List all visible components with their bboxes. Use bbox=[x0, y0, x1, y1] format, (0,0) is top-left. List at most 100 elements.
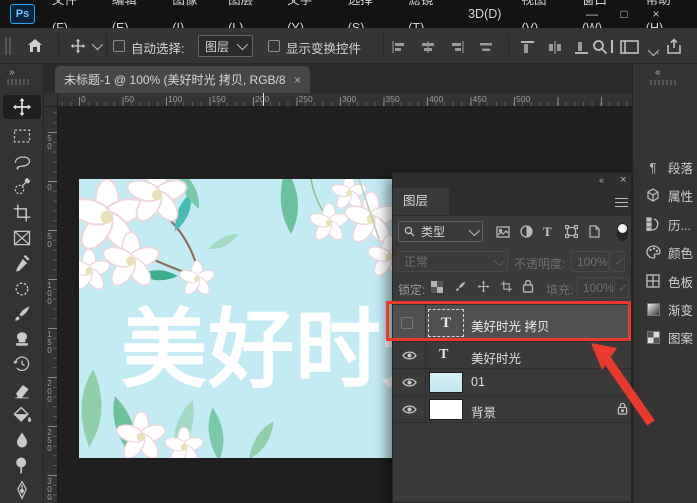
filter-adjustment-icon[interactable] bbox=[520, 225, 533, 238]
dock-grip[interactable] bbox=[650, 80, 676, 85]
close-button[interactable]: × bbox=[641, 0, 671, 28]
document-tab[interactable]: 未标题-1 @ 100% (美好时光 拷贝, RGB/8) * × bbox=[55, 66, 310, 93]
quick-selection-tool[interactable] bbox=[3, 175, 41, 199]
blend-mode-value: 正常 bbox=[404, 253, 428, 270]
tab-swatches[interactable]: 色板 bbox=[633, 267, 697, 295]
lock-label: 锁定: bbox=[398, 281, 425, 298]
ruler-label: 250 bbox=[45, 428, 54, 452]
auto-select-checkbox[interactable] bbox=[113, 40, 125, 52]
layer-filter-dropdown[interactable]: 类型 bbox=[398, 221, 483, 242]
chevron-more-icon[interactable]: · bbox=[648, 43, 659, 61]
document-tab-bar: 未标题-1 @ 100% (美好时光 拷贝, RGB/8) * × bbox=[44, 64, 632, 93]
eye-icon[interactable] bbox=[402, 350, 417, 361]
lock-transparency-icon[interactable] bbox=[431, 281, 443, 293]
filter-shape-icon[interactable] bbox=[565, 225, 578, 238]
paragraph-icon: ¶ bbox=[645, 159, 661, 175]
spot-healing-tool[interactable] bbox=[3, 277, 41, 301]
search-icon[interactable] bbox=[592, 39, 608, 55]
distribute-vertical-icon[interactable] bbox=[548, 41, 562, 54]
ruler-label: 50 bbox=[45, 232, 54, 248]
align-top-icon[interactable] bbox=[521, 41, 534, 54]
ruler-label: 400 bbox=[429, 94, 443, 104]
distribute-centers-icon[interactable] bbox=[479, 41, 493, 53]
eye-icon[interactable] bbox=[402, 377, 417, 388]
toolbar-grip[interactable] bbox=[7, 79, 29, 85]
align-left-icon[interactable] bbox=[392, 41, 406, 53]
opacity-label: 不透明度: bbox=[514, 255, 565, 272]
paint-bucket-tool[interactable] bbox=[3, 403, 41, 427]
fill-value-box: 100% bbox=[577, 277, 613, 298]
layer-name[interactable]: 01 bbox=[471, 375, 485, 389]
ruler-label: 150 bbox=[212, 94, 226, 104]
history-brush-tool[interactable] bbox=[3, 352, 41, 376]
canvas-artwork[interactable]: 美好时光 bbox=[79, 179, 392, 458]
frame-tool[interactable] bbox=[3, 226, 41, 250]
tab-color[interactable]: 颜色 bbox=[633, 238, 697, 266]
chevron-down-icon bbox=[237, 39, 248, 50]
lock-all-icon[interactable] bbox=[522, 279, 534, 293]
eye-icon[interactable] bbox=[402, 404, 417, 415]
marquee-tool[interactable] bbox=[3, 124, 41, 148]
auto-select-target-dropdown[interactable]: 图层 bbox=[198, 35, 253, 57]
ruler-label: 0 bbox=[45, 183, 54, 191]
panel-menu-icon[interactable] bbox=[615, 198, 628, 207]
maximize-button[interactable]: □ bbox=[609, 0, 639, 28]
eyedropper-tool[interactable] bbox=[3, 252, 41, 276]
filter-text-icon[interactable]: T bbox=[543, 224, 552, 240]
layer-name[interactable]: 美好时光 bbox=[471, 348, 521, 367]
home-icon[interactable] bbox=[26, 37, 44, 55]
minimize-button[interactable]: — bbox=[577, 0, 607, 28]
show-transform-checkbox[interactable] bbox=[268, 40, 280, 52]
tab-label: 颜色 bbox=[668, 243, 693, 262]
dodge-tool[interactable] bbox=[3, 453, 41, 477]
pen-tool[interactable] bbox=[3, 478, 41, 502]
move-tool[interactable] bbox=[3, 95, 41, 119]
move-tool-option-icon[interactable] bbox=[70, 38, 86, 54]
align-bottom-icon[interactable] bbox=[575, 41, 588, 54]
tab-properties[interactable]: 属性 bbox=[633, 181, 697, 209]
gradient-icon bbox=[645, 301, 661, 317]
filter-image-icon[interactable] bbox=[496, 226, 510, 238]
chevron-down-icon bbox=[615, 256, 623, 264]
eraser-tool[interactable] bbox=[3, 378, 41, 402]
lock-artboard-icon[interactable] bbox=[500, 280, 513, 293]
document-title: 未标题-1 @ 100% (美好时光 拷贝, RGB/8) * bbox=[64, 71, 286, 88]
ruler-corner bbox=[44, 93, 58, 107]
align-center-horizontal-icon[interactable] bbox=[421, 41, 435, 53]
chevron-down-icon[interactable] bbox=[92, 39, 103, 50]
lock-position-icon[interactable] bbox=[477, 280, 490, 293]
tab-history[interactable]: 历... bbox=[633, 210, 697, 238]
tab-paragraph[interactable]: ¶ 段落 bbox=[633, 153, 697, 181]
lock-pixels-icon[interactable] bbox=[454, 280, 467, 293]
tab-layers[interactable]: 图层 bbox=[393, 188, 449, 215]
crop-tool[interactable] bbox=[3, 201, 41, 225]
ruler-label: 300 bbox=[45, 477, 54, 501]
menu-3d[interactable]: 3D(D) bbox=[458, 0, 511, 28]
blur-tool[interactable] bbox=[3, 428, 41, 452]
tab-close-icon[interactable]: × bbox=[294, 73, 301, 87]
collapse-panel-chevrons[interactable]: « bbox=[599, 175, 605, 185]
panel-close-icon[interactable]: × bbox=[620, 174, 626, 186]
fill-label: 填充: bbox=[546, 281, 573, 298]
share-icon[interactable] bbox=[666, 38, 682, 55]
tab-label: 色板 bbox=[668, 272, 693, 291]
collapse-panel-chevrons[interactable]: « bbox=[655, 67, 662, 78]
expand-panel-chevrons[interactable]: » bbox=[9, 67, 16, 78]
align-right-icon[interactable] bbox=[450, 41, 464, 53]
ruler-cursor-marker bbox=[263, 93, 264, 106]
tab-label: 渐变 bbox=[668, 300, 693, 319]
text-layer-thumbnail[interactable]: T bbox=[439, 347, 448, 363]
lasso-tool[interactable] bbox=[3, 150, 41, 174]
filter-toggle-switch[interactable] bbox=[617, 223, 628, 241]
vertical-ruler: 50 0 50 100 150 200 250 300 bbox=[44, 107, 58, 503]
background-layer-thumbnail[interactable] bbox=[429, 399, 463, 420]
layer-name[interactable]: 背景 bbox=[471, 402, 496, 421]
tab-gradients[interactable]: 渐变 bbox=[633, 295, 697, 323]
filter-smart-object-icon[interactable] bbox=[589, 225, 600, 238]
brush-tool[interactable] bbox=[3, 302, 41, 326]
clone-stamp-tool[interactable] bbox=[3, 327, 41, 351]
ruler-label: 200 bbox=[45, 379, 54, 403]
workspace-icon[interactable] bbox=[620, 40, 639, 54]
image-layer-thumbnail[interactable] bbox=[429, 372, 463, 393]
options-bar: 自动选择: 图层 显示变换控件 · bbox=[0, 28, 697, 64]
